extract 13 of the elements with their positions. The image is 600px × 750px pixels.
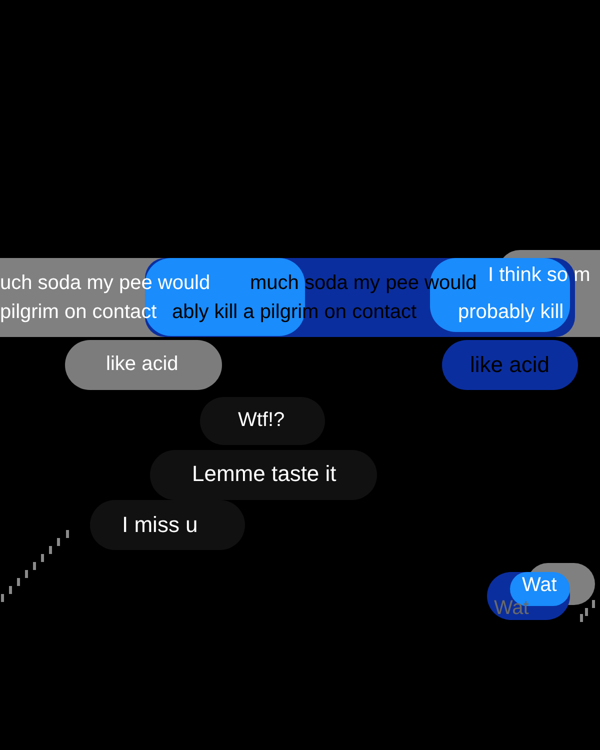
message-text: probably kill	[458, 301, 564, 324]
message-text: I think so m	[488, 264, 590, 287]
message-text: like acid	[470, 352, 550, 378]
message-text: Wat	[494, 597, 529, 620]
dashed-streak-drawing	[0, 530, 69, 602]
message-text: Wat	[522, 574, 557, 597]
message-text: much soda my pee would	[250, 272, 477, 295]
message-text: ably kill a pilgrim on contact	[172, 301, 417, 324]
message-text: Lemme taste it	[192, 461, 336, 486]
message-text: like acid	[106, 353, 178, 376]
message-text: Wtf!?	[238, 409, 285, 432]
message-text: I miss u	[122, 512, 198, 538]
dashed-streak-drawing	[580, 600, 595, 622]
